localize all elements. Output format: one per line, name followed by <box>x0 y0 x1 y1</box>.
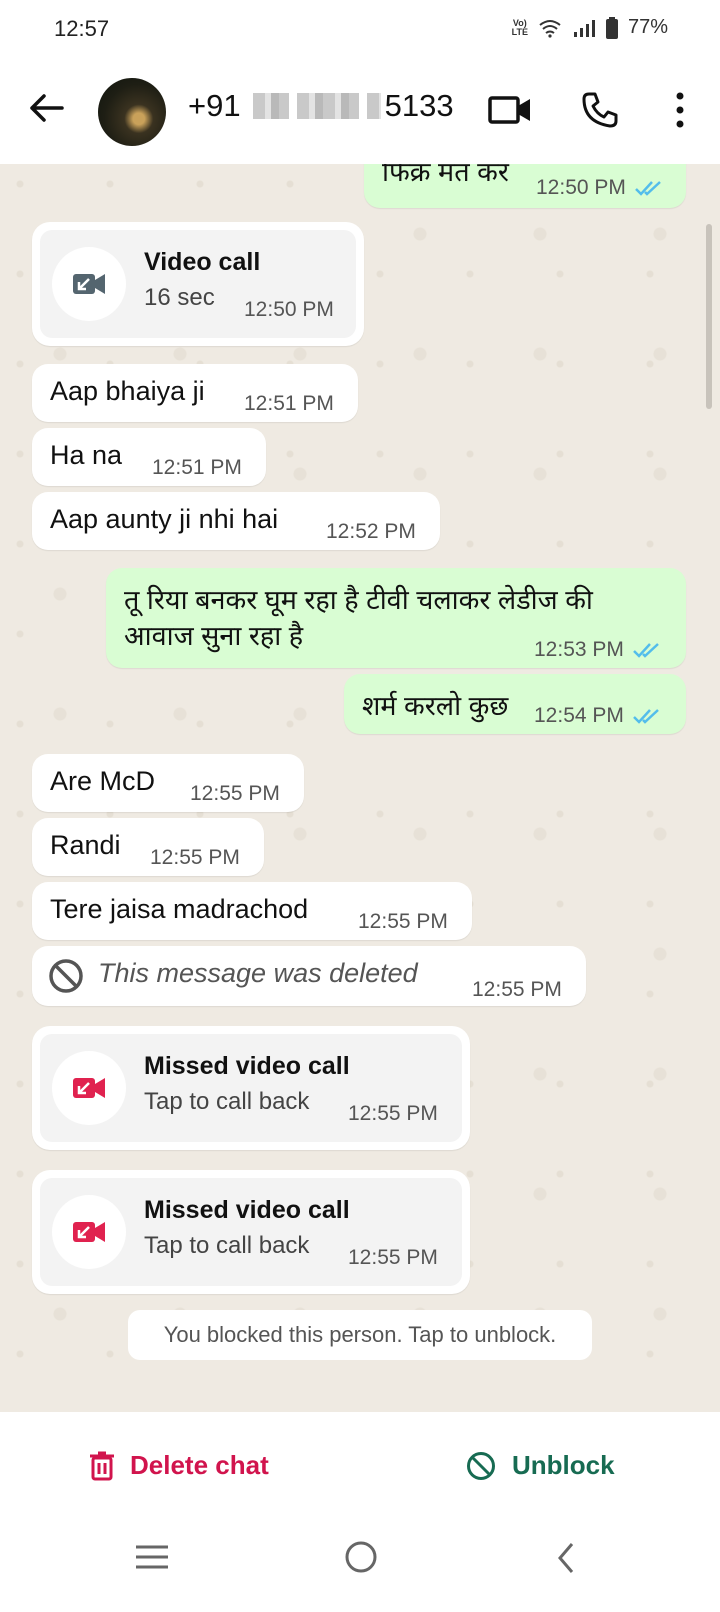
scrollbar[interactable] <box>706 224 712 409</box>
missed-video-call-icon <box>52 1195 126 1269</box>
deleted-text: This message was deleted <box>98 958 418 988</box>
missed-video-call-icon <box>52 1051 126 1125</box>
redacted-block <box>366 93 381 119</box>
redacted-block <box>296 93 359 119</box>
message-time: 12:55 PM <box>348 1246 438 1269</box>
message-time: 12:53 PM <box>534 638 664 662</box>
phone-prefix: +91 <box>188 88 241 123</box>
unblock-button[interactable]: Unblock <box>466 1450 615 1481</box>
blocked-notice[interactable]: You blocked this person. Tap to unblock. <box>128 1310 592 1360</box>
message-time: 12:51 PM <box>244 392 334 415</box>
incoming-message[interactable]: Are McD 12:55 PM <box>32 754 304 812</box>
avatar[interactable] <box>98 78 166 146</box>
incoming-message[interactable]: Ha na 12:51 PM <box>32 428 266 486</box>
call-title: Missed video call <box>144 1052 350 1080</box>
message-text: Ha na <box>50 440 123 470</box>
outgoing-message[interactable]: तू रिया बनकर घूम रहा है टीवी चलाकर लेडीज… <box>106 568 686 668</box>
incoming-message[interactable]: Tere jaisa madrachod 12:55 PM <box>32 882 472 940</box>
trash-icon <box>90 1451 114 1480</box>
signal-icon <box>573 19 595 37</box>
wifi-icon <box>539 19 561 38</box>
recent-apps-icon[interactable] <box>134 1542 170 1572</box>
phone-icon[interactable] <box>580 90 620 130</box>
bottom-bar: Delete chat Unblock <box>0 1412 720 1612</box>
call-subtitle: Tap to call back <box>144 1088 310 1115</box>
call-subtitle: Tap to call back <box>144 1232 310 1259</box>
outgoing-message[interactable]: शर्म करलो कुछ 12:54 PM <box>344 674 686 734</box>
outgoing-message[interactable]: फिक्र मत कर 12:50 PM <box>364 164 686 208</box>
deleted-message[interactable]: This message was deleted 12:55 PM <box>32 946 586 1006</box>
call-title: Video call <box>144 248 261 276</box>
unblock-icon <box>467 1451 495 1480</box>
contact-name[interactable]: +91 5133 <box>188 88 454 124</box>
message-time: 12:50 PM <box>536 176 666 200</box>
status-time: 12:57 <box>54 16 110 41</box>
status-icons: Vo) LTE 77% <box>512 16 668 39</box>
unblock-label: Unblock <box>512 1450 615 1480</box>
video-call-icon[interactable] <box>488 90 532 130</box>
message-text: Aap bhaiya ji <box>50 376 205 406</box>
more-options-icon[interactable] <box>670 90 690 130</box>
message-time: 12:55 PM <box>358 910 448 933</box>
message-time: 12:50 PM <box>244 298 334 321</box>
message-text: फिक्र मत कर <box>382 164 509 187</box>
incoming-message[interactable]: Randi 12:55 PM <box>32 818 264 876</box>
battery-icon <box>605 16 618 39</box>
chat-header: +91 5133 <box>0 60 720 164</box>
video-call-icon <box>52 247 126 321</box>
message-text: Are McD <box>50 766 156 796</box>
message-time: 12:55 PM <box>472 978 562 1001</box>
incoming-message[interactable]: Aap bhaiya ji 12:51 PM <box>32 364 358 422</box>
message-text: Tere jaisa madrachod <box>50 894 309 924</box>
delete-chat-label: Delete chat <box>130 1450 269 1480</box>
message-list[interactable]: फिक्र मत कर 12:50 PM Video call 16 sec 1… <box>0 164 720 1412</box>
double-check-icon <box>635 181 661 197</box>
video-call-message[interactable]: Video call 16 sec 12:50 PM <box>32 222 364 346</box>
message-text: Randi <box>50 830 121 860</box>
missed-call-message[interactable]: Missed video call Tap to call back 12:55… <box>32 1170 470 1294</box>
message-time: 12:51 PM <box>152 456 242 479</box>
message-time: 12:55 PM <box>190 782 280 805</box>
prohibited-icon <box>49 959 83 993</box>
double-check-icon <box>633 709 659 725</box>
message-text: Aap aunty ji nhi hai <box>50 504 279 534</box>
message-time: 12:55 PM <box>348 1102 438 1125</box>
call-duration: 16 sec <box>144 284 215 311</box>
message-time: 12:52 PM <box>326 520 416 543</box>
message-time: 12:55 PM <box>150 846 240 869</box>
redacted-block <box>252 93 289 119</box>
incoming-message[interactable]: Aap aunty ji nhi hai 12:52 PM <box>32 492 440 550</box>
missed-call-message[interactable]: Missed video call Tap to call back 12:55… <box>32 1026 470 1150</box>
delete-chat-button[interactable]: Delete chat <box>90 1450 269 1481</box>
home-icon[interactable] <box>344 1540 378 1574</box>
phone-suffix: 5133 <box>384 88 454 123</box>
back-nav-icon[interactable] <box>554 1542 578 1574</box>
battery-percent: 77% <box>627 16 668 38</box>
message-text: शर्म करलो कुछ <box>362 691 509 721</box>
volte-icon: Vo) LTE <box>511 17 528 37</box>
message-text: तू रिया बनकर घूम रहा है टीवी चलाकर लेडीज… <box>124 585 593 615</box>
back-arrow-icon[interactable] <box>26 88 66 128</box>
message-text: आवाज सुना रहा है <box>124 621 304 651</box>
double-check-icon <box>633 643 659 659</box>
status-bar: 12:57 Vo) LTE 77% <box>0 0 720 60</box>
call-title: Missed video call <box>144 1196 350 1224</box>
message-time: 12:54 PM <box>534 704 664 728</box>
